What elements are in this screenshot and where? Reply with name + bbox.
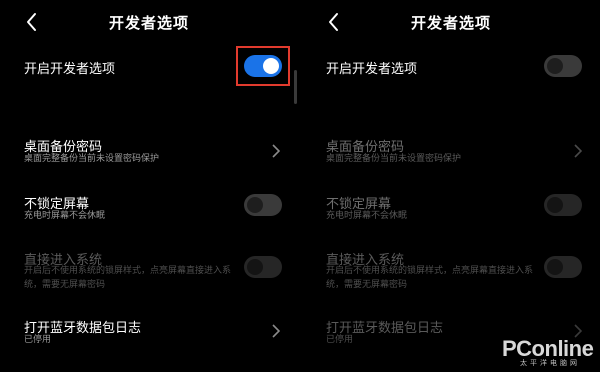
page-title: 开发者选项 bbox=[108, 14, 189, 32]
direct-boot-toggle[interactable] bbox=[244, 256, 282, 278]
chevron-right-icon[interactable] bbox=[272, 143, 281, 158]
chevron-right-icon[interactable] bbox=[574, 323, 583, 338]
direct-boot-desc: 开启后不使用系统的锁屏样式，点亮屏幕直接进入系统，需要无屏幕密码 bbox=[24, 266, 232, 290]
toggle-knob bbox=[247, 259, 263, 275]
developer-options-label: 开启开发者选项 bbox=[326, 62, 418, 77]
keep-screen-on-desc: 充电时屏幕不会休眠 bbox=[24, 211, 106, 221]
direct-boot-desc: 开启后不使用系统的锁屏样式，点亮屏幕直接进入系统，需要无屏幕密码 bbox=[326, 266, 534, 290]
chevron-right-icon[interactable] bbox=[272, 323, 281, 338]
right-settings-screen: 开发者选项 开启开发者选项 桌面备份密码 桌面完整备份当前未设置密码保护 不锁定… bbox=[302, 0, 600, 372]
page-title: 开发者选项 bbox=[410, 14, 491, 32]
desktop-backup-password-desc: 桌面完整备份当前未设置密码保护 bbox=[24, 154, 160, 164]
toggle-knob bbox=[547, 197, 563, 213]
bluetooth-hci-log-desc: 已停用 bbox=[24, 335, 52, 345]
direct-boot-toggle[interactable] bbox=[544, 256, 582, 278]
toggle-knob bbox=[547, 58, 563, 74]
left-settings-screen: 开发者选项 开启开发者选项 桌面备份密码 桌面完整备份当前未设置密码保护 不锁定… bbox=[0, 0, 298, 372]
toggle-knob bbox=[247, 197, 263, 213]
desktop-backup-password-desc: 桌面完整备份当前未设置密码保护 bbox=[326, 154, 462, 164]
watermark-subtitle: 太平洋电脑网 bbox=[520, 359, 580, 367]
developer-options-label: 开启开发者选项 bbox=[24, 62, 116, 77]
scrollbar[interactable] bbox=[294, 70, 297, 104]
keep-screen-on-toggle[interactable] bbox=[544, 194, 582, 216]
highlight-box bbox=[236, 46, 290, 86]
chevron-right-icon[interactable] bbox=[574, 143, 583, 158]
toggle-knob bbox=[547, 259, 563, 275]
developer-options-toggle[interactable] bbox=[544, 55, 582, 77]
keep-screen-on-desc: 充电时屏幕不会休眠 bbox=[326, 211, 408, 221]
keep-screen-on-toggle[interactable] bbox=[244, 194, 282, 216]
